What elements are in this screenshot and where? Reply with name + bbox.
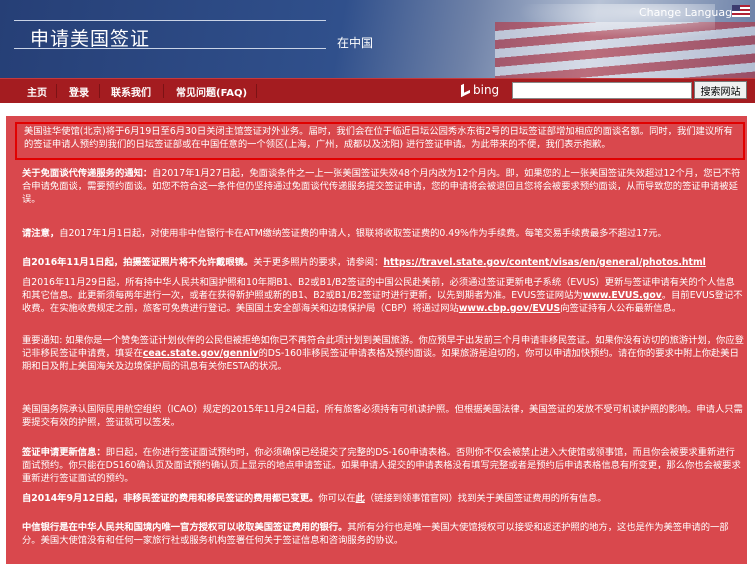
citic-notice-heading: 中信银行是在中华人民共和国境内唯一官方授权可以收取美国签证费用的银行。	[22, 522, 348, 533]
us-flag-icon[interactable]	[732, 5, 750, 17]
fee-notice-heading: 请注意，	[22, 228, 60, 239]
fees-notice: 自2014年9月12日起，非移民签证的费用和移民签证的费用都已变更。你可以在此（…	[22, 492, 744, 505]
update-notice-text: 即日起，在你进行签证面试预约时，你必须确保已经提交了完整的DS-160申请表格。…	[22, 447, 741, 484]
nav-divider	[99, 84, 100, 98]
photo-notice: 自2016年11月1日起，拍摄签证照片将不允许戴眼镜。关于更多照片的要求，请参阅…	[22, 256, 744, 269]
nav-divider	[163, 84, 164, 98]
fee-notice-text: 自2017年1月1日起，对使用非中信银行卡在ATM缴纳签证费的申请人，银联将收取…	[59, 228, 667, 239]
fees-link[interactable]: 此	[356, 493, 365, 504]
citic-notice: 中信银行是在中华人民共和国境内唯一官方授权可以收取美国签证费用的银行。其所有分行…	[22, 521, 744, 547]
cbp-evus-link[interactable]: www.cbp.gov/EVUS	[459, 303, 560, 314]
ceac-link[interactable]: ceac.state.gov/genniv	[143, 348, 259, 359]
notice-panel: 美国驻华使馆(北京)将于6月19日至6月30日关闭主馆签证对外业务。届时，我们会…	[6, 116, 747, 564]
page: 申请美国签证 在中国 Change Language: 主页 登录 联系我们 常…	[0, 0, 755, 564]
esta-notice: 重要通知: 如果你是一个赞免签证计划伙伴的公民但被拒绝如你已不再符合此项计划到美…	[22, 334, 744, 373]
nav-divider	[56, 84, 57, 98]
evus-gov-link[interactable]: www.EVUS.gov	[583, 290, 662, 301]
nav-item-login[interactable]: 登录	[69, 84, 89, 99]
search-button[interactable]: 搜索网站	[694, 81, 747, 99]
site-subtitle: 在中国	[337, 36, 374, 50]
fee-notice: 请注意，自2017年1月1日起，对使用非中信银行卡在ATM缴纳签证费的申请人，银…	[22, 227, 744, 240]
alert-notice-text: 美国驻华使馆(北京)将于6月19日至6月30日关闭主馆签证对外业务。届时，我们会…	[24, 126, 733, 150]
update-notice: 签证申请更新信息：即日起，在你进行签证面试预约时，你必须确保已经提交了完整的DS…	[22, 446, 744, 485]
waiver-notice-heading: 关于免面谈代传递服务的通知：	[22, 168, 153, 179]
site-title: 申请美国签证	[30, 28, 151, 50]
nav-divider	[256, 84, 257, 98]
photo-requirements-link[interactable]: https://travel.state.gov/content/visas/e…	[383, 257, 705, 268]
nav-bar: 主页 登录 联系我们 常见问题(FAQ) bing 搜索网站	[0, 78, 755, 103]
fees-notice-text-1: 你可以在	[318, 493, 356, 504]
photo-notice-heading: 自2016年11月1日起，拍摄签证照片将不允许戴眼镜。	[22, 257, 254, 268]
evus-notice-text-3: 向签证持有人公布最新信息。	[560, 303, 682, 314]
bing-label: bing	[473, 83, 500, 97]
alert-notice-box: 美国驻华使馆(北京)将于6月19日至6月30日关闭主馆签证对外业务。届时，我们会…	[15, 122, 745, 160]
fees-notice-heading: 自2014年9月12日起，非移民签证的费用和移民签证的费用都已变更。	[22, 493, 319, 504]
icao-notice: 美国国务院承认国际民用航空组织（ICAO）规定的2015年11月24日起，所有旅…	[22, 404, 743, 428]
evus-notice: 自2016年11月29日起，所有持中华人民共和国护照和10年期B1、B2或B1/…	[22, 276, 744, 315]
nav-item-contact[interactable]: 联系我们	[111, 84, 151, 99]
search-input[interactable]	[512, 82, 692, 99]
update-notice-heading: 签证申请更新信息：	[22, 447, 106, 458]
nav-item-home[interactable]: 主页	[27, 84, 47, 99]
bing-logo-icon	[461, 80, 470, 98]
header-banner: 申请美国签证 在中国 Change Language:	[0, 0, 755, 78]
change-language-link[interactable]: Change Language:	[639, 6, 743, 19]
title-divider-top	[14, 20, 326, 21]
nav-item-faq[interactable]: 常见问题(FAQ)	[176, 84, 247, 99]
bing-branding: bing	[461, 80, 500, 98]
photo-notice-text: 关于更多照片的要求，请参阅：	[253, 257, 384, 268]
waiver-notice: 关于免面谈代传递服务的通知：自2017年1月27日起，免面谈条件之一上一张美国签…	[22, 167, 744, 206]
fees-notice-text-2: （链接到领事馆官网）找到关于美国签证费用的所有信息。	[364, 493, 607, 504]
